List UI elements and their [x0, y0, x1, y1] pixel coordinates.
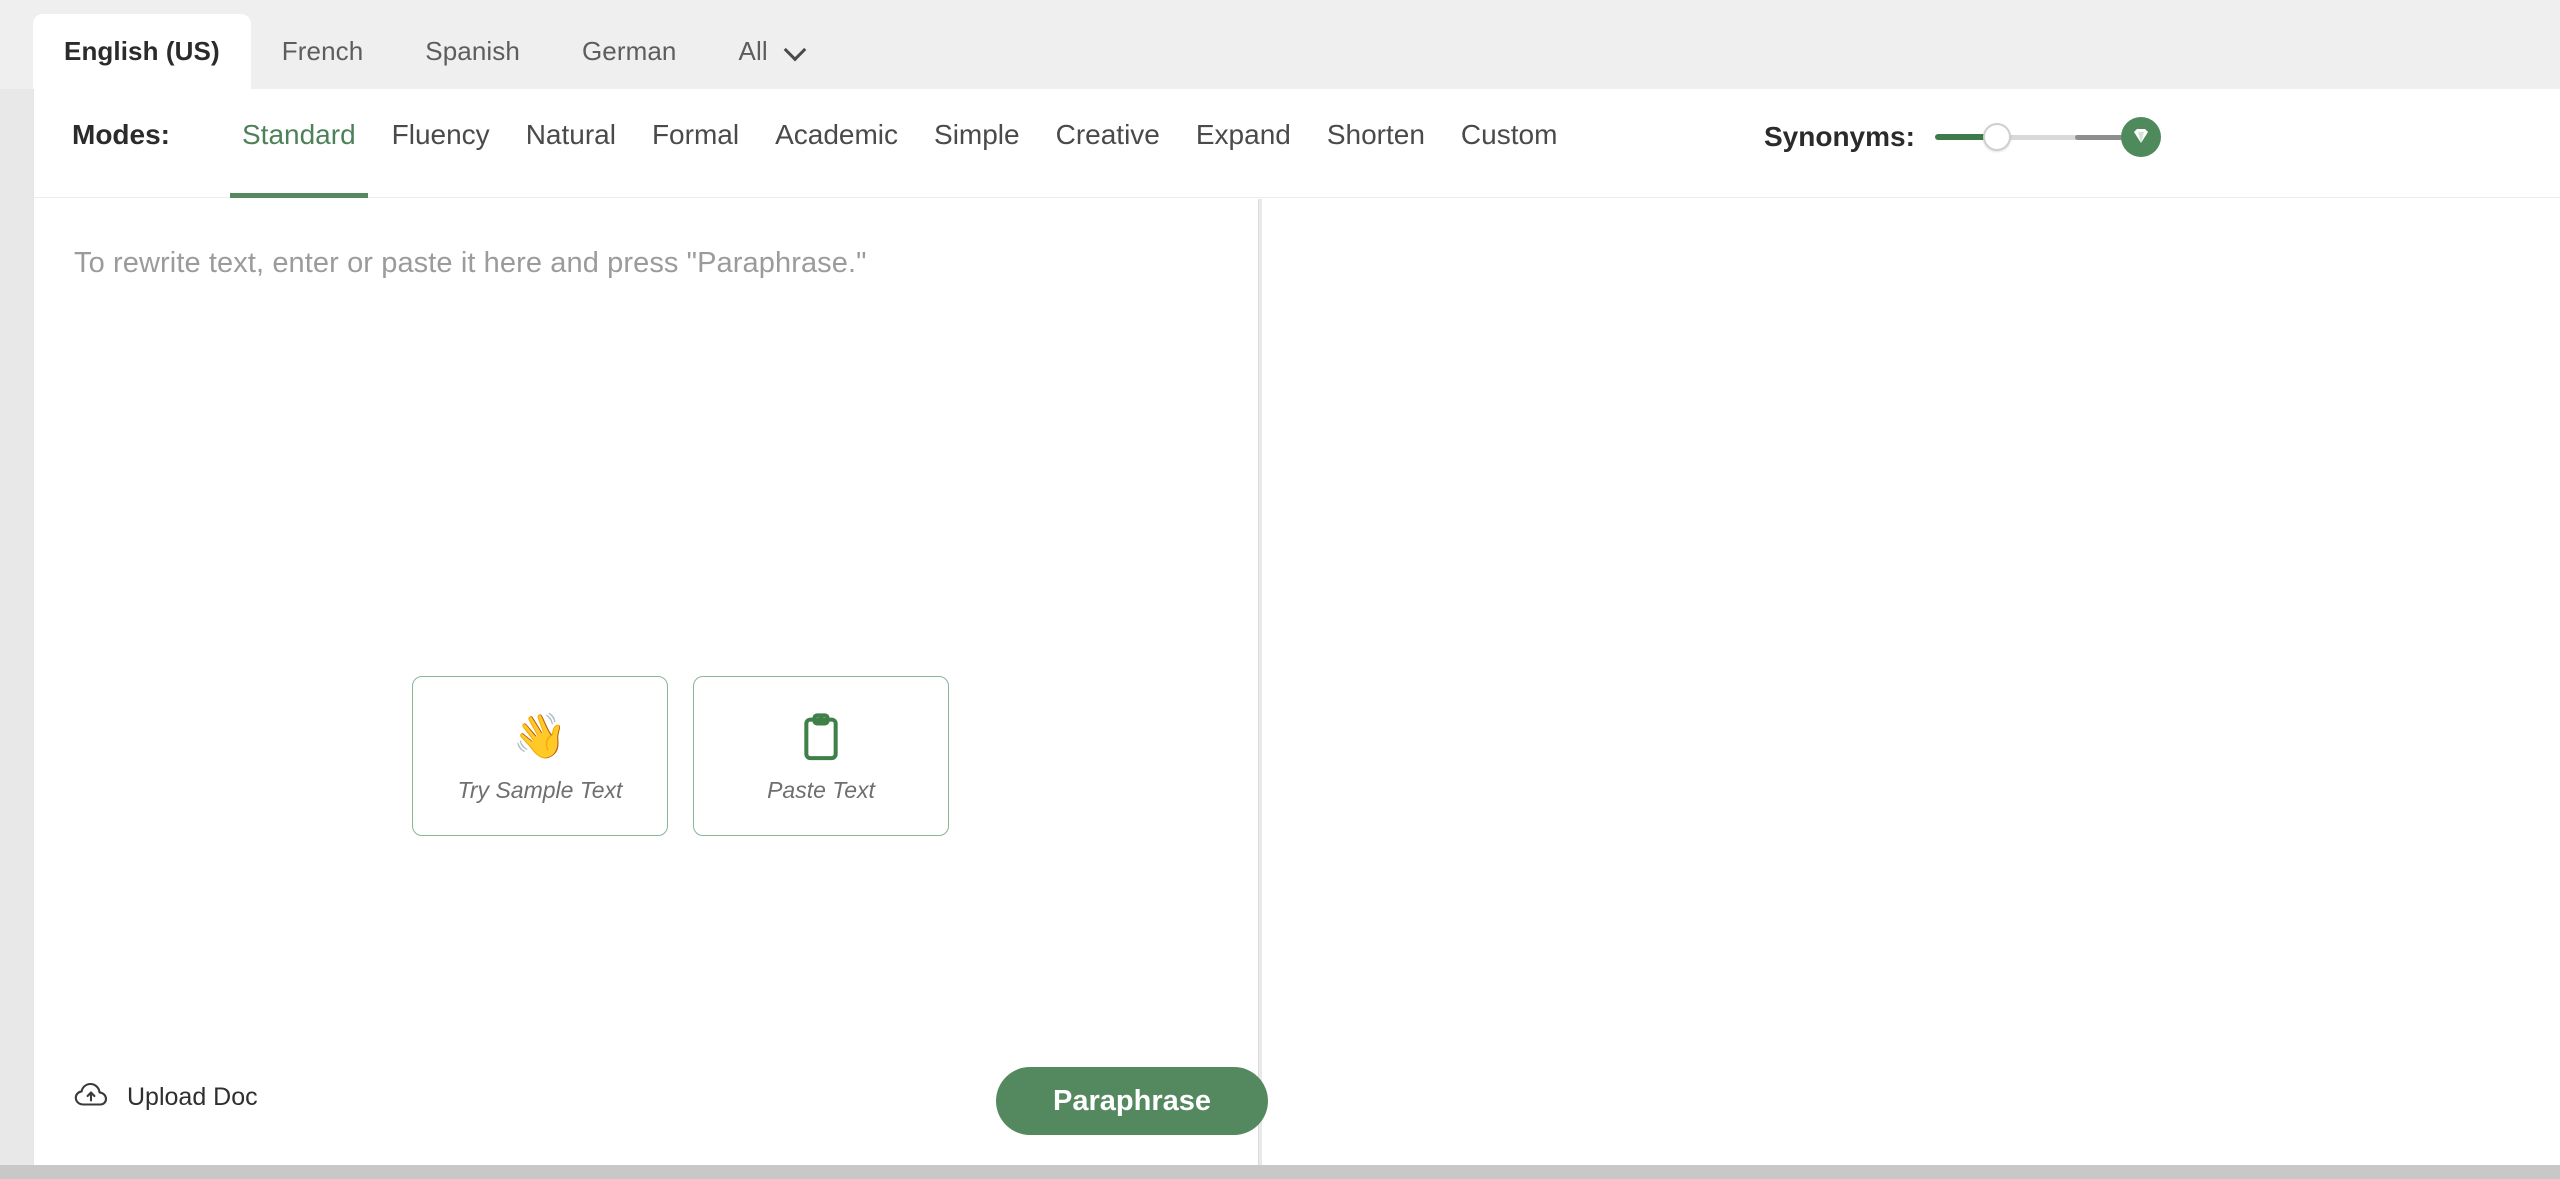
language-tab-french[interactable]: French: [251, 14, 395, 89]
mode-item-label: Academic: [775, 119, 899, 150]
editor-panes: To rewrite text, enter or paste it here …: [34, 199, 2560, 1165]
upload-doc-button[interactable]: Upload Doc: [74, 1081, 258, 1114]
language-tab-german[interactable]: German: [551, 14, 708, 89]
input-pane[interactable]: To rewrite text, enter or paste it here …: [34, 199, 1268, 1165]
language-tab-label: German: [581, 36, 677, 66]
cloud-upload-icon: [74, 1081, 110, 1114]
mode-list: Standard Fluency Natural Formal Academic…: [224, 89, 1575, 198]
gem-icon[interactable]: [2120, 117, 2161, 157]
mode-item-natural[interactable]: Natural: [508, 89, 634, 198]
mode-item-label: Natural: [525, 119, 616, 150]
mode-item-standard[interactable]: Standard: [224, 89, 374, 198]
try-sample-text-label: Try Sample Text: [457, 776, 623, 803]
paste-text-label: Paste Text: [767, 776, 875, 803]
mode-item-label: Fluency: [391, 119, 490, 150]
mode-item-custom[interactable]: Custom: [1443, 89, 1575, 198]
language-tab-all[interactable]: All: [708, 14, 824, 89]
main-card: Modes: Standard Fluency Natural Formal A…: [33, 89, 2560, 1165]
page-gutter: [0, 0, 33, 1179]
waving-hand-icon: 👋: [512, 711, 568, 761]
app-frame: English (US) French Spanish German All M…: [0, 0, 2560, 1179]
clipboard-icon: [799, 709, 843, 765]
mode-item-label: Creative: [1055, 119, 1160, 150]
paste-text-card[interactable]: Paste Text: [693, 676, 949, 836]
mode-item-label: Custom: [1460, 119, 1558, 150]
synonyms-slider[interactable]: [1934, 117, 2161, 157]
language-tab-label: French: [281, 36, 364, 66]
mode-item-label: Shorten: [1326, 119, 1425, 150]
language-tab-english-us[interactable]: English (US): [33, 14, 251, 89]
synonyms-label: Synonyms:: [1764, 121, 1915, 152]
output-pane[interactable]: [1262, 199, 2560, 1165]
try-sample-text-card[interactable]: 👋 Try Sample Text: [412, 676, 668, 836]
empty-state-actions: 👋 Try Sample Text Paste Text: [412, 676, 949, 836]
mode-item-formal[interactable]: Formal: [634, 89, 757, 198]
language-tab-label: Spanish: [425, 36, 520, 66]
language-tab-label: All: [738, 36, 768, 66]
language-tab-label: English (US): [64, 36, 220, 66]
chevron-down-icon: [786, 40, 806, 60]
modes-label: Modes:: [72, 119, 170, 150]
mode-item-label: Expand: [1195, 119, 1291, 150]
mode-item-label: Formal: [651, 119, 740, 150]
slider-handle[interactable]: [1982, 123, 2011, 151]
upload-doc-label: Upload Doc: [127, 1083, 258, 1111]
modes-bar: Modes: Standard Fluency Natural Formal A…: [34, 89, 2560, 198]
language-tab-spanish[interactable]: Spanish: [394, 14, 551, 89]
mode-item-creative[interactable]: Creative: [1038, 89, 1178, 198]
paraphrase-input-placeholder: To rewrite text, enter or paste it here …: [74, 247, 867, 279]
input-footer: Upload Doc Paraphrase: [34, 1037, 1268, 1165]
mode-item-expand[interactable]: Expand: [1178, 89, 1309, 198]
mode-item-label: Standard: [242, 119, 356, 150]
mode-item-fluency[interactable]: Fluency: [374, 89, 508, 198]
mode-item-simple[interactable]: Simple: [916, 89, 1038, 198]
language-tabbar: English (US) French Spanish German All: [0, 0, 2560, 89]
mode-item-label: Simple: [934, 119, 1020, 150]
synonyms-group: Synonyms:: [1764, 117, 2161, 157]
mode-item-shorten[interactable]: Shorten: [1309, 89, 1443, 198]
window-bottom-strip: [0, 1165, 2560, 1179]
mode-item-academic[interactable]: Academic: [757, 89, 916, 198]
paraphrase-button[interactable]: Paraphrase: [996, 1067, 1268, 1135]
language-tab-list: English (US) French Spanish German All: [33, 14, 824, 89]
